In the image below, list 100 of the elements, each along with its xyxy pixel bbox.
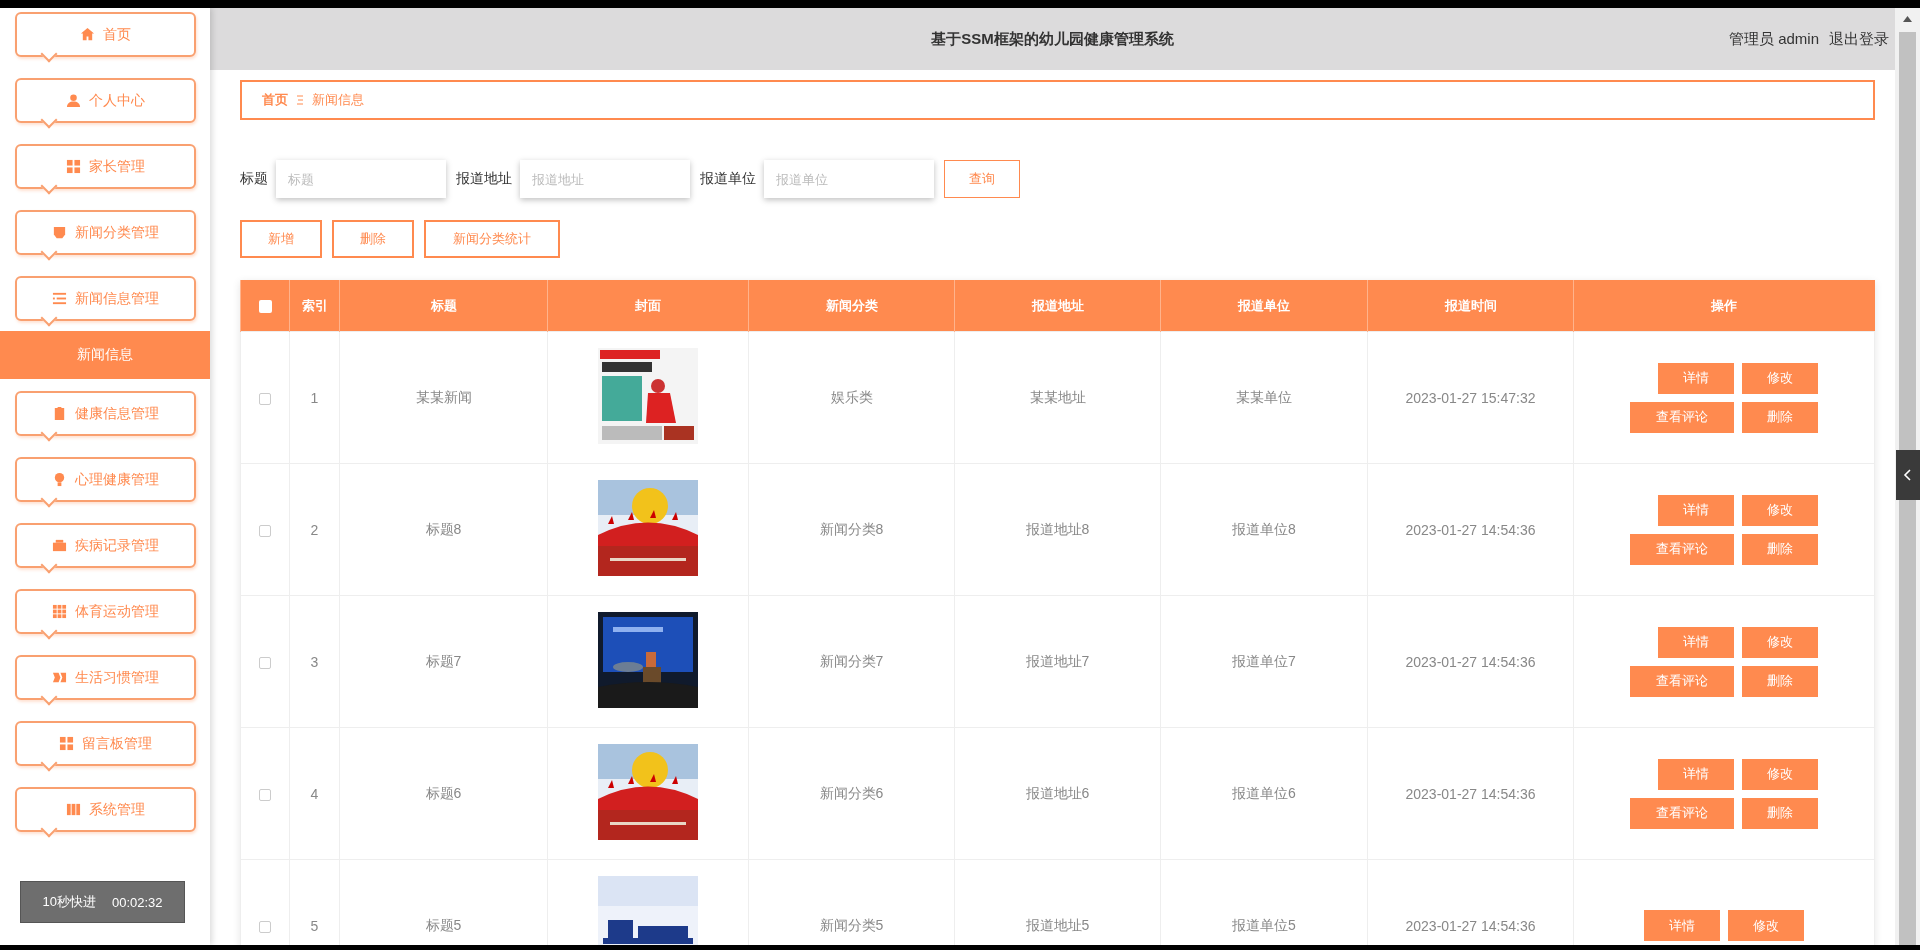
- stats-button[interactable]: 新闻分类统计: [424, 220, 560, 258]
- logout-link[interactable]: 退出登录: [1829, 29, 1889, 49]
- menu-item[interactable]: 留言板管理: [15, 721, 196, 775]
- delete-button[interactable]: 删除: [1742, 401, 1818, 433]
- table-cell: 某某新闻: [415, 388, 472, 405]
- grid-icon: [59, 736, 74, 751]
- table-cell: 5: [310, 917, 319, 934]
- edit-button[interactable]: 修改: [1728, 910, 1804, 941]
- field-label: 报道地址: [456, 170, 512, 188]
- column-header: 报道单位: [1238, 297, 1290, 313]
- edit-button[interactable]: 修改: [1742, 626, 1818, 658]
- table-cell: 2023-01-27 15:47:32: [1405, 389, 1536, 406]
- ticket-icon: [52, 670, 67, 685]
- column-header: 操作: [1711, 297, 1738, 313]
- table-cell: 某某地址: [1029, 388, 1086, 405]
- table-cell: 新闻分类6: [819, 784, 884, 801]
- table-cell: 2023-01-27 14:54:36: [1405, 653, 1536, 670]
- table-cell: 报道单位8: [1232, 520, 1296, 537]
- details-button[interactable]: 详情: [1658, 362, 1734, 394]
- add-button[interactable]: 新增: [240, 220, 322, 258]
- table-cell: 4: [310, 785, 319, 802]
- query-button[interactable]: 查询: [944, 160, 1020, 198]
- details-button[interactable]: 详情: [1658, 758, 1734, 790]
- video-time: 00:02:32: [111, 894, 163, 910]
- table-cell: 某某单位: [1236, 388, 1292, 405]
- column-header: 标题: [430, 297, 457, 313]
- delete-button[interactable]: 删除: [332, 220, 414, 258]
- submenu-item[interactable]: 新闻信息: [0, 331, 210, 379]
- comments-button[interactable]: 查看评论: [1630, 533, 1734, 565]
- row-checkbox[interactable]: [259, 524, 271, 537]
- field-label: 报道单位: [700, 170, 756, 188]
- row-checkbox[interactable]: [259, 656, 271, 669]
- menu-item[interactable]: 新闻分类管理: [15, 210, 196, 264]
- menu-item[interactable]: 系统管理: [15, 787, 196, 841]
- table-cell: 报道地址6: [1025, 784, 1090, 801]
- table-cell: 标题5: [425, 916, 462, 933]
- table-cell: 新闻分类7: [819, 652, 884, 669]
- details-button[interactable]: 详情: [1644, 910, 1720, 941]
- breadcrumb-link[interactable]: 新闻信息: [312, 91, 364, 109]
- table-cell: 新闻分类8: [819, 520, 884, 537]
- select-all-checkbox[interactable]: [258, 300, 272, 314]
- column-header: 索引: [301, 297, 328, 313]
- table-cell: 娱乐类: [830, 388, 873, 405]
- table-cell: 标题6: [425, 784, 462, 801]
- table-cell: 2023-01-27 14:54:36: [1405, 917, 1536, 934]
- search-field[interactable]: 报道地址: [520, 160, 690, 198]
- edit-button[interactable]: 修改: [1742, 758, 1818, 790]
- menu-item[interactable]: 首页: [15, 12, 196, 66]
- search-field[interactable]: 标题: [276, 160, 446, 198]
- breadcrumb-link[interactable]: 首页: [262, 91, 288, 109]
- menu-item[interactable]: 健康信息管理: [15, 391, 196, 445]
- separator-icon: [296, 95, 304, 105]
- row-checkbox[interactable]: [259, 920, 271, 933]
- comments-button[interactable]: 查看评论: [1630, 401, 1734, 433]
- delete-button[interactable]: 删除: [1742, 533, 1818, 565]
- bulb-icon: [52, 472, 67, 487]
- table-cell: 报道单位7: [1232, 652, 1296, 669]
- column-header: 新闻分类: [825, 297, 878, 313]
- menu-item[interactable]: 疾病记录管理: [15, 523, 196, 577]
- table-cell: 新闻分类5: [819, 916, 884, 933]
- column-header: 报道地址: [1031, 297, 1084, 313]
- table-cell: 2023-01-27 14:54:36: [1405, 785, 1536, 802]
- collapse-button[interactable]: [1896, 450, 1920, 500]
- menu-item[interactable]: 新闻信息管理: [15, 276, 196, 330]
- app-title: 基于SSM框架的幼儿园健康管理系统: [931, 29, 1174, 47]
- comments-button[interactable]: 查看评论: [1630, 665, 1734, 697]
- table-cell: 标题7: [425, 652, 462, 669]
- menu-item[interactable]: 体育运动管理: [15, 589, 196, 643]
- table-cell: 1: [310, 389, 319, 406]
- grid-icon: [52, 604, 67, 619]
- user-label: 管理员 admin: [1728, 29, 1819, 49]
- grid-icon: [66, 159, 81, 174]
- row-checkbox[interactable]: [259, 788, 271, 801]
- details-button[interactable]: 详情: [1658, 626, 1734, 658]
- delete-button[interactable]: 删除: [1742, 665, 1818, 697]
- menu-item[interactable]: 心理健康管理: [15, 457, 196, 511]
- book-icon: [66, 802, 81, 817]
- list-icon: [52, 291, 67, 306]
- table-cell: 报道单位5: [1232, 916, 1296, 933]
- edit-button[interactable]: 修改: [1742, 494, 1818, 526]
- column-header: 封面: [635, 297, 661, 313]
- fast-forward-label: 10秒快进: [42, 893, 96, 911]
- comments-button[interactable]: 查看评论: [1630, 797, 1734, 829]
- column-header: 报道时间: [1444, 297, 1497, 313]
- table-cell: 3: [310, 653, 319, 670]
- table-cell: 报道地址5: [1025, 916, 1090, 933]
- wallet-icon: [52, 538, 67, 553]
- details-button[interactable]: 详情: [1658, 494, 1734, 526]
- table-cell: 2: [310, 521, 319, 538]
- table-cell: 2023-01-27 14:54:36: [1405, 521, 1536, 538]
- menu-item[interactable]: 个人中心: [15, 78, 196, 132]
- search-field[interactable]: 报道单位: [764, 160, 934, 198]
- delete-button[interactable]: 删除: [1742, 797, 1818, 829]
- table-cell: 报道地址7: [1025, 652, 1090, 669]
- table-cell: 报道地址8: [1025, 520, 1090, 537]
- edit-button[interactable]: 修改: [1742, 362, 1818, 394]
- menu-item[interactable]: 生活习惯管理: [15, 655, 196, 709]
- row-checkbox[interactable]: [259, 392, 271, 405]
- user-icon: [66, 93, 81, 108]
- menu-item[interactable]: 家长管理: [15, 144, 196, 198]
